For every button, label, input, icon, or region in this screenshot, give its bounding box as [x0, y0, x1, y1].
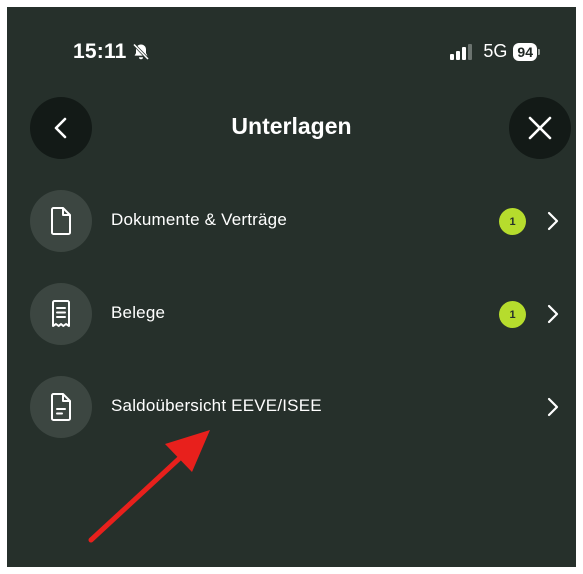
chevron-right-icon — [546, 303, 560, 325]
close-button[interactable] — [509, 97, 571, 159]
time-group: 15:11 — [73, 40, 151, 64]
list-item-dokumente[interactable]: Dokumente & Verträge 1 — [7, 183, 576, 259]
battery-level: 94 — [513, 42, 537, 61]
list-item-belege[interactable]: Belege 1 — [7, 276, 576, 352]
document-icon — [30, 190, 92, 252]
chevron-right-icon — [546, 210, 560, 232]
list-item-label: Belege — [111, 303, 166, 322]
status-time: 15:11 — [73, 40, 127, 63]
page-title: Unterlagen — [231, 113, 352, 139]
receipt-icon — [30, 283, 92, 345]
close-icon — [528, 116, 552, 140]
list-item-label: Dokumente & Verträge — [111, 210, 287, 229]
status-right: 5G 94 — [449, 41, 540, 62]
bell-slash-icon — [131, 42, 151, 62]
list-item-label: Saldoübersicht EEVE/ISEE — [111, 396, 322, 415]
notification-badge: 1 — [499, 208, 526, 235]
status-bar: 15:11 5G 94 — [7, 7, 576, 67]
file-lines-icon — [30, 376, 92, 438]
battery-icon: 94 — [513, 42, 540, 61]
app-screen: 15:11 5G 94 Unterlagen Dokumente & Vertr… — [7, 7, 576, 567]
signal-bars-icon — [449, 43, 477, 61]
header: Unterlagen — [7, 97, 576, 161]
network-type: 5G — [483, 41, 508, 61]
list-item-saldouebersicht[interactable]: Saldoübersicht EEVE/ISEE — [7, 369, 576, 445]
notification-badge: 1 — [499, 301, 526, 328]
chevron-right-icon — [546, 396, 560, 418]
battery-cap — [538, 48, 540, 55]
